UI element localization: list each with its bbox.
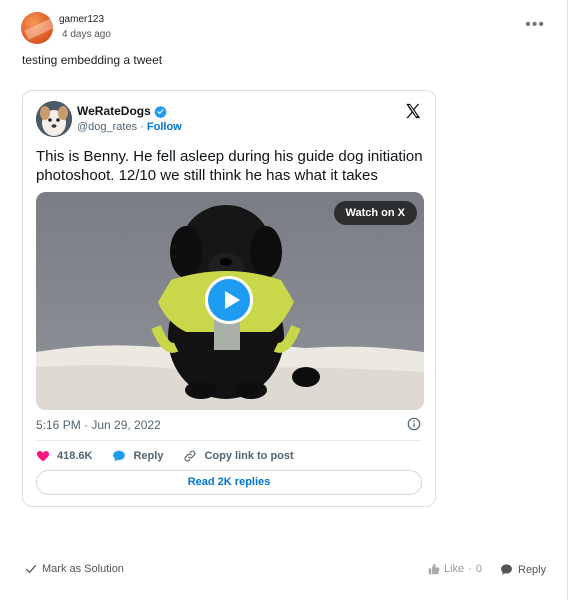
verified-badge-icon <box>154 105 167 118</box>
post-username[interactable]: gamer123 <box>59 14 104 25</box>
like-separator: · <box>468 563 472 575</box>
speech-bubble-icon <box>501 564 512 575</box>
read-replies-button[interactable]: Read 2K replies <box>36 470 422 495</box>
reply-footer-label: Reply <box>518 563 547 576</box>
tweet-actions: 418.6K Reply Copy link to post <box>36 448 314 464</box>
tweet-author-name[interactable]: WeRateDogs <box>77 104 167 118</box>
embedded-tweet: WeRateDogs @dog_rates · Follow This is B… <box>22 90 436 507</box>
info-icon[interactable] <box>407 417 421 431</box>
tweet-author-avatar[interactable] <box>36 101 72 137</box>
user-avatar[interactable] <box>21 12 53 44</box>
post-body: testing embedding a tweet <box>22 53 163 67</box>
tweet-author-name-text: WeRateDogs <box>77 104 151 118</box>
like-label: Like <box>444 563 465 575</box>
tweet-handle[interactable]: @dog_rates <box>77 121 137 133</box>
watch-on-x-button[interactable]: Watch on X <box>333 201 417 225</box>
tweet-video-thumbnail[interactable]: Watch on X <box>36 192 424 410</box>
reply-action[interactable]: Reply <box>112 449 163 463</box>
tweet-divider <box>36 440 422 441</box>
link-icon <box>185 450 196 462</box>
reply-label: Reply <box>133 450 164 462</box>
like-count-footer: 0 <box>475 563 482 575</box>
like-count: 418.6K <box>57 450 93 462</box>
like-button[interactable]: Like · 0 <box>428 563 482 575</box>
reply-bubble-icon <box>113 450 126 462</box>
mark-as-solution-label: Mark as Solution <box>42 563 124 575</box>
heart-icon <box>36 451 50 462</box>
post-container: gamer123 4 days ago ••• testing embeddin… <box>0 0 568 600</box>
tweet-date[interactable]: 5:16 PM · Jun 29, 2022 <box>36 418 161 432</box>
checkmark-icon <box>25 564 37 574</box>
post-timestamp: 4 days ago <box>62 29 111 40</box>
reply-button[interactable]: Reply <box>500 563 546 576</box>
play-icon[interactable] <box>205 276 253 324</box>
like-action[interactable]: 418.6K <box>36 449 92 463</box>
copy-link-label: Copy link to post <box>204 450 294 462</box>
handle-separator: · <box>140 121 144 133</box>
thumbs-up-icon <box>428 563 440 575</box>
follow-link[interactable]: Follow <box>147 121 182 133</box>
ellipsis-icon[interactable]: ••• <box>525 17 545 33</box>
tweet-text: This is Benny. He fell asleep during his… <box>36 148 423 184</box>
copy-link-action[interactable]: Copy link to post <box>183 449 294 463</box>
tweet-handle-row: @dog_rates · Follow <box>77 121 182 133</box>
x-logo-icon[interactable] <box>404 102 422 120</box>
mark-as-solution-button[interactable]: Mark as Solution <box>25 563 124 575</box>
